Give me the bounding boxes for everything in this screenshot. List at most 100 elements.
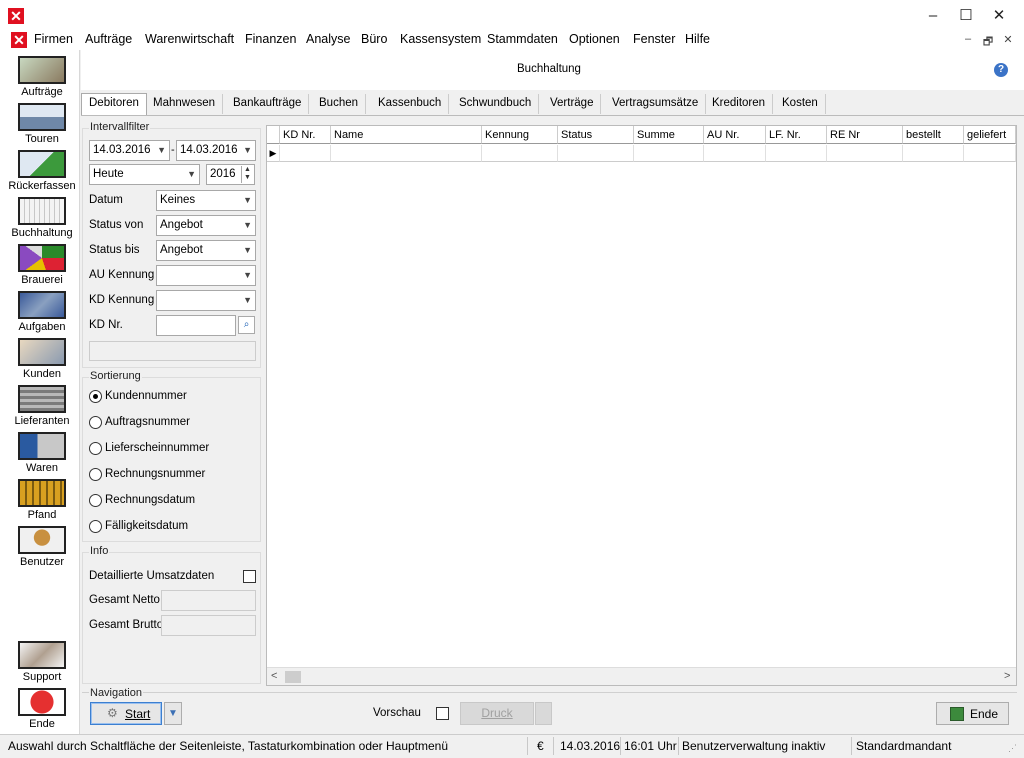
column-header[interactable]: AU Nr. [704, 126, 766, 144]
help-icon[interactable]: ? [994, 63, 1008, 77]
sidebar-item-rueckerfassen[interactable]: Rückerfassen [3, 148, 81, 194]
column-header[interactable]: Kennung [482, 126, 558, 144]
menu-stammdaten[interactable]: Stammdaten [484, 32, 561, 46]
menu-buero[interactable]: Büro [358, 32, 390, 46]
tab-kosten[interactable]: Kosten [775, 94, 826, 114]
print-button[interactable]: Druck [460, 702, 534, 725]
sidebar-item-support[interactable]: Support [3, 639, 81, 685]
column-header[interactable]: Name [331, 126, 482, 144]
column-header[interactable]: LF. Nr. [766, 126, 827, 144]
sidebar-item-kunden[interactable]: Kunden [3, 336, 81, 382]
tab-buchen[interactable]: Buchen [312, 94, 367, 114]
period-select[interactable]: Heute ▼ [89, 164, 200, 185]
table-cell[interactable] [331, 145, 482, 162]
maximize-button[interactable]: ☐ [951, 6, 981, 26]
table-cell[interactable] [964, 145, 1016, 162]
sidebar-item-brauerei[interactable]: Brauerei [3, 242, 81, 288]
start-dropdown-button[interactable]: ▼ [164, 702, 182, 725]
menu-auftraege[interactable]: Aufträge [82, 32, 135, 46]
sort-option-label: Rechnungsdatum [105, 494, 196, 506]
mdi-minimize-button[interactable]: – [960, 33, 976, 47]
column-header[interactable]: geliefert [964, 126, 1016, 144]
column-header[interactable]: KD Nr. [280, 126, 331, 144]
datum-select[interactable]: Keines ▼ [156, 190, 256, 211]
sidebar-item-pfand[interactable]: Pfand [3, 477, 81, 523]
tab-kreditoren[interactable]: Kreditoren [705, 94, 774, 114]
tab-bankauftraege[interactable]: Bankaufträge [226, 94, 310, 114]
column-header[interactable]: bestellt [903, 126, 964, 144]
tab-vertraege[interactable]: Verträge [543, 94, 602, 114]
radio-button[interactable] [89, 494, 102, 507]
resize-grip-icon[interactable]: ⋰ [1008, 743, 1017, 754]
minimize-button[interactable]: – [918, 6, 948, 26]
tab-mahnwesen[interactable]: Mahnwesen [146, 94, 224, 114]
start-button[interactable]: ⚙ Start [90, 702, 162, 725]
table-cell[interactable] [634, 145, 704, 162]
tab-debitoren[interactable]: Debitoren [81, 93, 147, 115]
radio-button[interactable] [89, 390, 102, 403]
table-cell[interactable] [903, 145, 964, 162]
radio-button[interactable] [89, 520, 102, 533]
date-from-picker[interactable]: 14.03.2016 ▼ [89, 140, 170, 161]
sidebar-item-touren[interactable]: Touren [3, 101, 81, 147]
debitoren-table[interactable]: KD Nr. Name Kennung Status Summe AU Nr. … [266, 125, 1017, 686]
menu-warenwirtschaft[interactable]: Warenwirtschaft [142, 32, 237, 46]
tab-kassenbuch[interactable]: Kassenbuch [371, 94, 450, 114]
mdi-close-button[interactable]: ✕ [1000, 33, 1016, 47]
sidebar-item-waren[interactable]: Waren [3, 430, 81, 476]
sidebar-item-ende[interactable]: Ende [3, 686, 81, 732]
end-button[interactable]: Ende [936, 702, 1009, 725]
menu-kassensystem[interactable]: Kassensystem [397, 32, 484, 46]
sidebar-item-label: Pfand [27, 509, 57, 521]
radio-button[interactable] [89, 416, 102, 429]
table-cell[interactable] [704, 145, 766, 162]
table-cell[interactable] [558, 145, 634, 162]
menu-firmen[interactable]: Firmen [31, 32, 76, 46]
status-bis-select[interactable]: Angebot ▼ [156, 240, 256, 261]
sidebar-item-lieferanten[interactable]: Lieferanten [3, 383, 81, 429]
scroll-right-icon[interactable]: > [1004, 670, 1010, 682]
sidebar-item-auftraege[interactable]: Aufträge [3, 54, 81, 100]
spin-arrows-icon[interactable]: ▲ ▼ [241, 166, 253, 183]
year-stepper[interactable]: 2016 ▲ ▼ [206, 164, 255, 185]
sidebar-item-buchhaltung[interactable]: Buchhaltung [3, 195, 81, 241]
column-header[interactable]: Status [558, 126, 634, 144]
preview-checkbox[interactable] [436, 707, 449, 720]
date-to-picker[interactable]: 14.03.2016 ▼ [176, 140, 256, 161]
table-cell[interactable] [482, 145, 558, 162]
radio-button[interactable] [89, 468, 102, 481]
chevron-down-icon: ▼ [157, 145, 166, 155]
scroll-left-icon[interactable]: < [271, 670, 277, 682]
kd-kennung-select[interactable]: ▼ [156, 290, 256, 311]
status-von-select[interactable]: Angebot ▼ [156, 215, 256, 236]
tab-vertragsumsaetze[interactable]: Vertragsumsätze [605, 94, 707, 114]
print-dropdown-button[interactable] [535, 702, 552, 725]
status-tenant: Standardmandant [856, 739, 952, 753]
sidebar-item-aufgaben[interactable]: Aufgaben [3, 289, 81, 335]
table-cell[interactable] [766, 145, 827, 162]
tab-schwundbuch[interactable]: Schwundbuch [452, 94, 540, 114]
radio-button[interactable] [89, 442, 102, 455]
close-button[interactable]: ✕ [984, 6, 1014, 26]
horizontal-scrollbar[interactable]: < > [267, 667, 1016, 685]
mdi-restore-button[interactable]: 🗗 [980, 33, 996, 48]
column-header[interactable]: RE Nr [827, 126, 903, 144]
menu-fenster[interactable]: Fenster [630, 32, 678, 46]
detail-checkbox[interactable] [243, 570, 256, 583]
menu-hilfe[interactable]: Hilfe [682, 32, 713, 46]
sidebar-item-benutzer[interactable]: Benutzer [3, 524, 81, 570]
table-cell[interactable] [280, 145, 331, 162]
menu-analyse[interactable]: Analyse [303, 32, 353, 46]
period-value: Heute [93, 168, 124, 180]
kdnr-input[interactable] [156, 315, 236, 336]
status-bis-value: Angebot [160, 244, 203, 256]
au-kennung-select[interactable]: ▼ [156, 265, 256, 286]
lookup-icon[interactable]: ⌕ [238, 316, 255, 334]
headset-operator-icon [18, 56, 66, 84]
table-cell[interactable] [827, 145, 903, 162]
scrollbar-thumb[interactable] [285, 671, 301, 683]
menu-optionen[interactable]: Optionen [566, 32, 623, 46]
app-menu-icon[interactable]: ✕ [11, 32, 27, 48]
menu-finanzen[interactable]: Finanzen [242, 32, 299, 46]
column-header[interactable]: Summe [634, 126, 704, 144]
